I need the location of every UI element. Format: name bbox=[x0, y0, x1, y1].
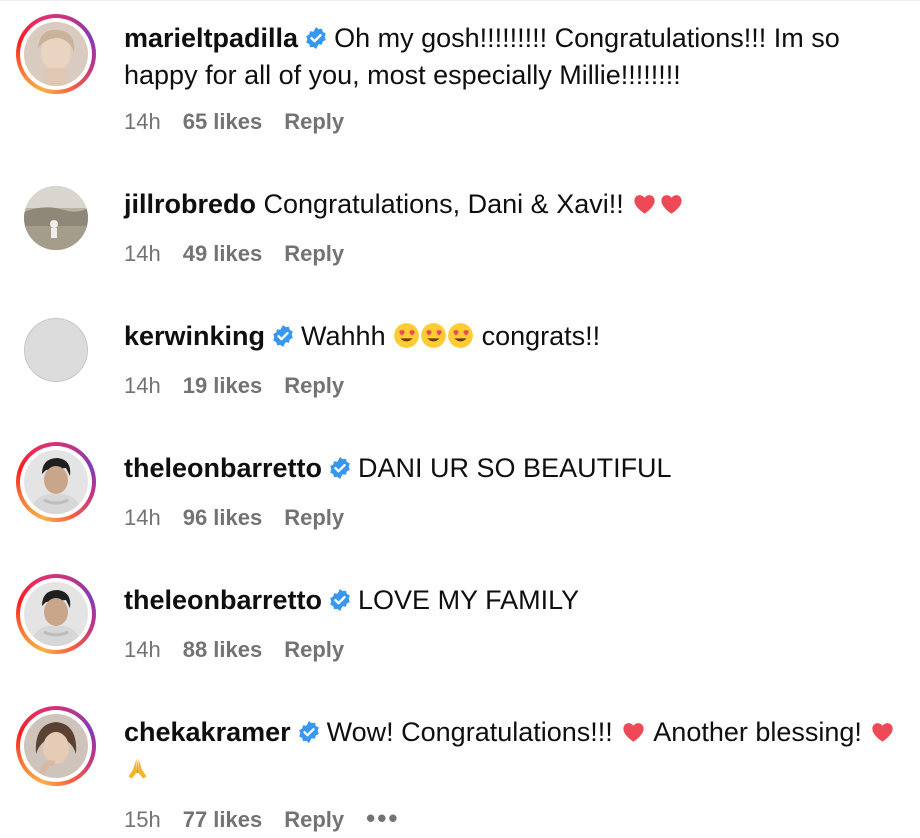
comment-text: jillrobredo Congratulations, Dani & Xavi… bbox=[124, 186, 904, 223]
comment-meta: 15h 77 likes Reply ••• bbox=[124, 804, 421, 834]
comment-body: Wahhh bbox=[301, 321, 394, 351]
comment-username[interactable]: theleonbarretto bbox=[124, 585, 322, 615]
likes-count[interactable]: 96 likes bbox=[183, 505, 263, 530]
reply-button[interactable]: Reply bbox=[284, 505, 344, 530]
verified-badge-icon bbox=[304, 26, 328, 50]
comment-text: theleonbarretto DANI UR SO BEAUTIFUL bbox=[124, 450, 904, 487]
likes-count[interactable]: 88 likes bbox=[183, 637, 263, 662]
verified-badge-icon bbox=[297, 720, 321, 744]
red-heart-emoji bbox=[620, 718, 647, 745]
avatar[interactable] bbox=[16, 14, 96, 94]
reply-button[interactable]: Reply bbox=[284, 637, 344, 662]
comment-body-end: Another blessing! bbox=[647, 717, 870, 747]
heart-emojis bbox=[631, 189, 685, 219]
verified-badge-icon bbox=[328, 456, 352, 480]
reply-button[interactable]: Reply bbox=[284, 807, 344, 832]
verified-badge-icon bbox=[271, 324, 295, 348]
comment-body: LOVE MY FAMILY bbox=[358, 585, 580, 615]
comment-time[interactable]: 14h bbox=[124, 505, 161, 530]
comment-text: theleonbarretto LOVE MY FAMILY bbox=[124, 582, 904, 619]
comment-text: kerwinking Wahhh congrats!! bbox=[124, 318, 904, 355]
likes-count[interactable]: 65 likes bbox=[183, 109, 263, 134]
avatar[interactable] bbox=[16, 574, 96, 654]
avatar[interactable] bbox=[16, 310, 96, 390]
likes-count[interactable]: 77 likes bbox=[183, 807, 263, 832]
heart-eyes-emojis bbox=[393, 321, 474, 351]
avatar[interactable] bbox=[16, 442, 96, 522]
comment-text: chekakramer Wow! Congratulations!!! Anoth… bbox=[124, 714, 904, 788]
comment-meta: 14h 88 likes Reply bbox=[124, 636, 366, 664]
comment-meta: 14h 19 likes Reply bbox=[124, 372, 366, 400]
heart-eyes-emoji bbox=[447, 322, 474, 349]
reply-button[interactable]: Reply bbox=[284, 109, 344, 134]
comment-time[interactable]: 14h bbox=[124, 637, 161, 662]
comment-time[interactable]: 15h bbox=[124, 807, 161, 832]
comment-time[interactable]: 14h bbox=[124, 373, 161, 398]
reply-button[interactable]: Reply bbox=[284, 241, 344, 266]
likes-count[interactable]: 49 likes bbox=[183, 241, 263, 266]
likes-count[interactable]: 19 likes bbox=[183, 373, 263, 398]
folded-hands-emoji bbox=[124, 755, 151, 782]
red-heart-emoji bbox=[869, 718, 896, 745]
avatar[interactable] bbox=[16, 178, 96, 258]
red-heart-emoji bbox=[658, 190, 685, 217]
comment-body-end: congrats!! bbox=[474, 321, 601, 351]
comment-username[interactable]: kerwinking bbox=[124, 321, 265, 351]
heart-eyes-emoji bbox=[393, 322, 420, 349]
comment-body: Congratulations, Dani & Xavi!! bbox=[263, 189, 632, 219]
comment-username[interactable]: marieltpadilla bbox=[124, 23, 298, 53]
top-divider bbox=[0, 0, 920, 1]
comment-body: Wow! Congratulations!!! bbox=[326, 717, 621, 747]
reply-button[interactable]: Reply bbox=[284, 373, 344, 398]
comment-text: marieltpadilla Oh my gosh!!!!!!!!! Congra… bbox=[124, 20, 904, 94]
red-heart-emoji bbox=[631, 190, 658, 217]
comment-time[interactable]: 14h bbox=[124, 109, 161, 134]
comment-meta: 14h 49 likes Reply bbox=[124, 240, 366, 268]
comment-username[interactable]: theleonbarretto bbox=[124, 453, 322, 483]
heart-eyes-emoji bbox=[420, 322, 447, 349]
comment-username[interactable]: chekakramer bbox=[124, 717, 291, 747]
comment-meta: 14h 96 likes Reply bbox=[124, 504, 366, 532]
comment-body: DANI UR SO BEAUTIFUL bbox=[358, 453, 672, 483]
more-options-icon[interactable]: ••• bbox=[366, 804, 399, 832]
verified-badge-icon bbox=[328, 588, 352, 612]
comment-time[interactable]: 14h bbox=[124, 241, 161, 266]
avatar[interactable] bbox=[16, 706, 96, 786]
comment-username[interactable]: jillrobredo bbox=[124, 189, 256, 219]
comment-meta: 14h 65 likes Reply bbox=[124, 108, 366, 136]
